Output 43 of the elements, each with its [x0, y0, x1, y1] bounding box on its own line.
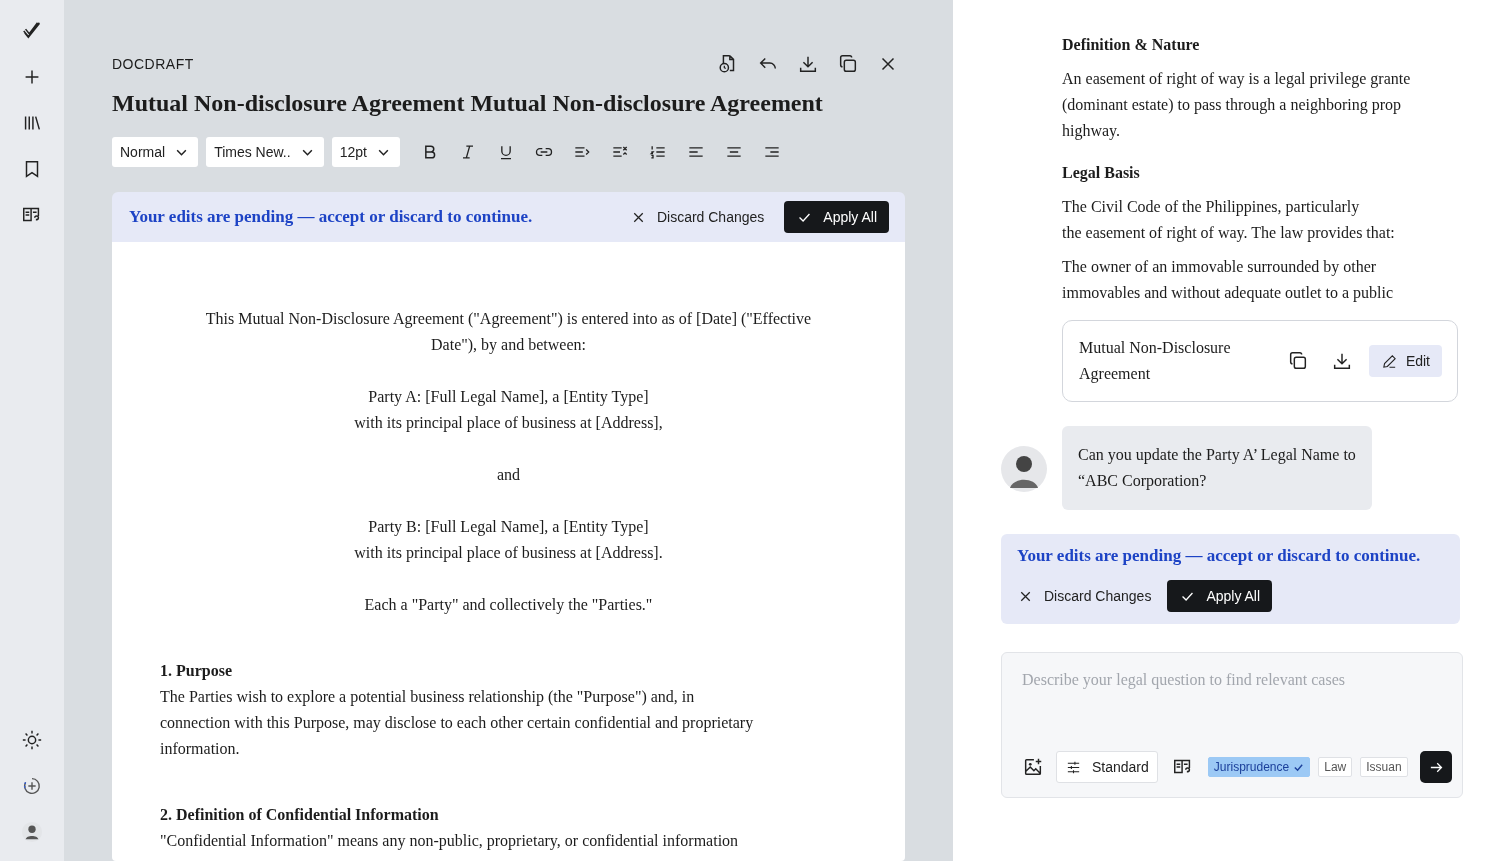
- add-circle-icon[interactable]: [21, 775, 43, 797]
- size-dropdown[interactable]: 12pt: [331, 137, 400, 167]
- filter-chip[interactable]: Law: [1318, 757, 1353, 777]
- apply-all-button[interactable]: Apply All: [784, 201, 889, 233]
- send-button[interactable]: [1420, 751, 1452, 783]
- document-paragraph: "Confidential Information" means any non-public, proprietary, or confidential information: [160, 831, 739, 852]
- discard-changes-button[interactable]: Discard Changes: [629, 208, 765, 226]
- font-dropdown[interactable]: Times New..: [206, 137, 324, 167]
- discard-changes-button[interactable]: Discard Changes: [1017, 587, 1152, 605]
- answer-paragraph: The Civil Code of the Philippines, particularly the easement of right of way. The law provides that:: [1062, 197, 1395, 244]
- document-paragraph: Each a "Party" and collectively the "Parties.": [363, 595, 654, 616]
- edit-button[interactable]: Edit: [1368, 345, 1442, 377]
- document-paragraph: The Parties wish to explore a potential business relationship (the "Purpose") and, in connection with this Purpose, may disclose to each other certain confidential and proprietary information.: [160, 687, 754, 759]
- pencil-icon: [1380, 352, 1398, 370]
- section-heading: 1. Purpose: [160, 661, 232, 682]
- check-icon: [1293, 761, 1305, 773]
- copy-icon[interactable]: [837, 53, 859, 75]
- document-paragraph: Party A: [Full Legal Name], a [Entity Type] with its principal place of business at [Address],: [353, 387, 664, 434]
- mode-button[interactable]: Standard: [1056, 751, 1158, 783]
- filter-chip[interactable]: Jurisprudence: [1207, 757, 1311, 777]
- apply-all-button[interactable]: Apply All: [1167, 580, 1273, 612]
- answer-heading: Legal Basis: [1062, 163, 1140, 184]
- question-field[interactable]: Describe your legal question to find relevant cases: [1022, 667, 1452, 751]
- answer-paragraph: The owner of an immovable surrounded by other immovables and without adequate outlet to a public: [1062, 257, 1394, 304]
- user-message: Can you update the Party A’ Legal Name to “ABC Corporation?: [1062, 426, 1372, 510]
- style-dropdown[interactable]: Normal: [112, 137, 199, 167]
- document-paragraph: Party B: [Full Legal Name], a [Entity Type] with its principal place of business at [Address].: [353, 517, 664, 564]
- document-paragraph: This Mutual Non-Disclosure Agreement ("Agreement") is entered into as of [Date] ("Effective Date"), by and between:: [204, 309, 813, 356]
- composer-field[interactable]: Describe your legal question to find relevant cases Standard Jurisprudence Law Issuan: [1001, 652, 1463, 798]
- add-image-icon[interactable]: [1022, 756, 1044, 778]
- document-title: Mutual Non-disclosure Agreement Mutual Non-disclosure Agreement: [112, 90, 824, 117]
- sun-icon[interactable]: [21, 729, 43, 751]
- pending-message: Your edits are pending — accept or discard to continue.: [129, 207, 533, 227]
- filter-chip[interactable]: Issuan: [1360, 757, 1408, 777]
- avatar[interactable]: [21, 821, 43, 843]
- app-name: DOCDRAFT: [112, 56, 194, 72]
- pending-message: Your edits are pending — accept or discard to continue.: [1017, 546, 1422, 566]
- user-avatar: [1001, 446, 1047, 492]
- section-heading: 2. Definition of Confidential Information: [160, 805, 439, 825]
- document-paragraph: and: [495, 465, 522, 485]
- answer-paragraph: An easement of right of way is a legal privilege grante (dominant estate) to pass through a neighboring prop highway.: [1062, 69, 1411, 142]
- document-card-title: Mutual Non-Disclosure Agreement: [1079, 338, 1232, 385]
- answer-heading: Definition & Nature: [1062, 35, 1200, 55]
